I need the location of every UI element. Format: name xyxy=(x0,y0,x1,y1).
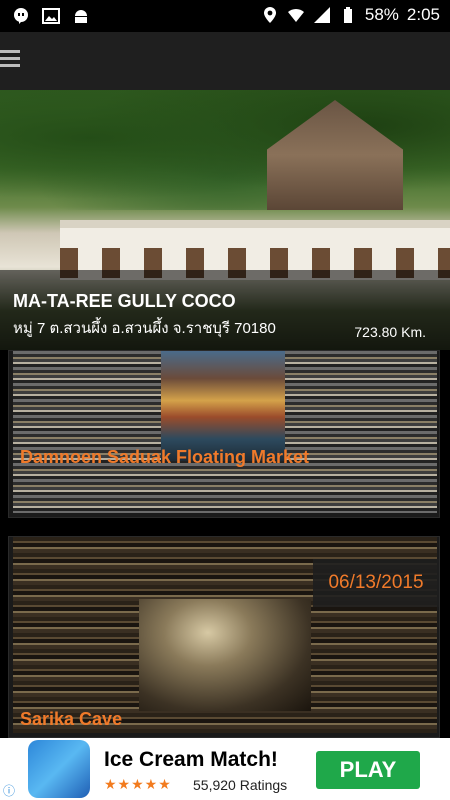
ad-rating-count: 55,920 Ratings xyxy=(193,777,288,793)
date-badge: 06/13/2015 xyxy=(313,559,439,607)
ad-play-button[interactable]: PLAY xyxy=(316,751,420,789)
adchoices-icon[interactable]: ⓘ xyxy=(0,782,18,800)
battery-icon xyxy=(343,7,352,23)
ad-title[interactable]: Ice Cream Match! xyxy=(104,748,278,772)
floating-market-photo xyxy=(161,351,285,461)
clock: 2:05 xyxy=(406,5,440,24)
featured-title: MA-TA-REE GULLY COCO xyxy=(13,291,236,311)
featured-address: หมู่ 7 ต.สวนผึ้ง อ.สวนผึ้ง จ.ราชบุรี 701… xyxy=(13,320,276,337)
card-title: Damnoen Saduak Floating Market xyxy=(20,447,310,467)
hamburger-menu-icon[interactable] xyxy=(0,50,22,70)
signal-icon xyxy=(313,7,330,23)
image-icon xyxy=(42,8,60,24)
ad-banner[interactable]: ⓘ Ice Cream Match! ★★★★★ 55,920 Ratings … xyxy=(0,738,450,800)
system-indicators: 58% 2:05 xyxy=(261,5,440,25)
battery-percent: 58% xyxy=(364,5,399,24)
hangouts-icon xyxy=(14,8,28,24)
notification-icons xyxy=(12,7,90,25)
location-icon xyxy=(263,7,276,23)
ad-rating-stars: ★★★★★ xyxy=(104,776,172,792)
app-bar xyxy=(0,32,450,90)
android-icon xyxy=(75,10,87,23)
place-card-sarika-cave[interactable]: 06/13/2015 Sarika Cave xyxy=(8,536,440,738)
card-title: Sarika Cave xyxy=(20,709,123,729)
cave-photo xyxy=(139,599,311,711)
wifi-icon xyxy=(287,8,304,22)
ad-app-icon[interactable] xyxy=(28,740,90,798)
featured-distance: 723.80 Km. xyxy=(354,324,426,340)
status-bar: 58% 2:05 xyxy=(0,0,450,32)
featured-place-card[interactable]: MA-TA-REE GULLY COCO หมู่ 7 ต.สวนผึ้ง อ.… xyxy=(0,90,450,350)
place-card-damnoen-saduak[interactable]: Damnoen Saduak Floating Market xyxy=(8,350,440,518)
